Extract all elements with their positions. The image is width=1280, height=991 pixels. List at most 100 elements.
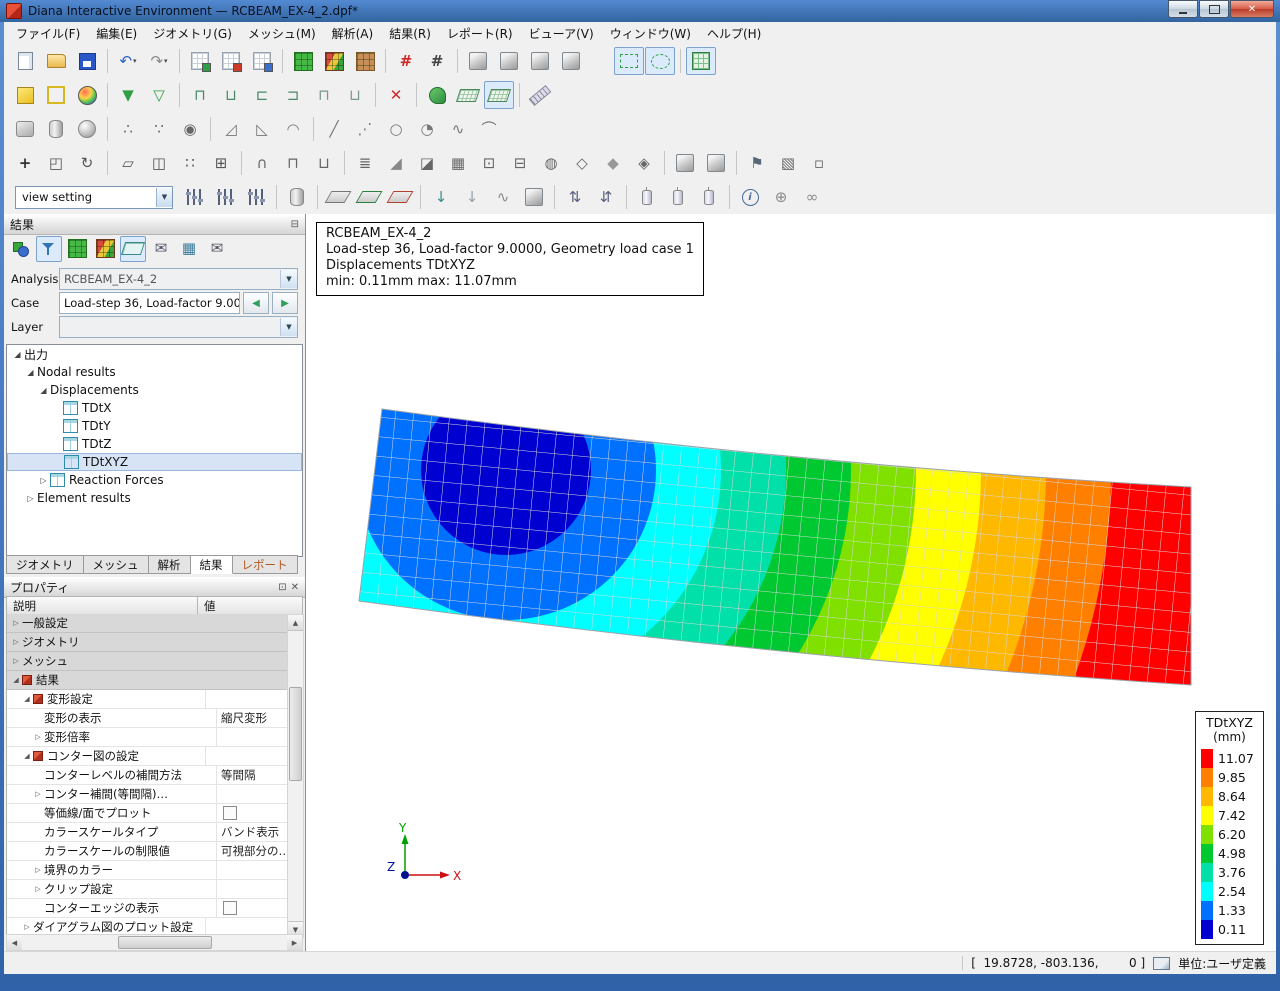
channel-1[interactable]: ⊓ [185,81,215,109]
channel-5[interactable]: ⊓ [309,81,339,109]
expand-icon[interactable]: ▷ [10,657,22,665]
property-value-cell[interactable] [216,804,288,822]
grid-tool[interactable]: ▦ [443,149,473,177]
property-value-cell[interactable]: 可視部分の… [216,842,288,860]
block-green[interactable] [288,47,318,75]
project-down[interactable]: ▼ [113,81,143,109]
tab-analysis[interactable]: 解析 [149,555,191,574]
spline-tool[interactable]: ∿ [443,115,473,143]
property-row[interactable]: コンターレベルの補間方法等間隔 [7,766,288,785]
maximize-button[interactable] [1199,0,1229,18]
frame-tool[interactable]: ⊞ [206,149,236,177]
primitive-sphere[interactable] [72,115,102,143]
block-multi[interactable] [319,47,349,75]
result-sliders-2[interactable] [210,183,240,211]
result-sliders-1[interactable] [179,183,209,211]
mesh-add[interactable] [185,47,215,75]
extrude-box-1[interactable] [670,149,700,177]
property-value-cell[interactable] [216,785,288,803]
checkbox[interactable] [223,901,237,915]
tree-item[interactable]: ◢Nodal results [7,363,302,381]
point-tool[interactable]: ◉ [175,115,205,143]
menu-item[interactable]: ヘルプ(H) [699,22,769,44]
curve-tool[interactable]: ⌒ [474,115,504,143]
expand-icon[interactable]: ▷ [21,923,33,931]
tree-item[interactable]: ▷Reaction Forces [7,471,302,489]
property-row[interactable]: コンターエッジの表示 [7,899,288,918]
circle-tool[interactable]: ○ [381,115,411,143]
pair-tool[interactable]: ◫ [144,149,174,177]
tab-results[interactable]: 結果 [191,555,233,574]
tree-item[interactable]: ▷Element results [7,489,302,507]
ramp-tool[interactable]: ◢ [381,149,411,177]
mesh-check[interactable] [247,47,277,75]
expand-icon[interactable]: ▷ [10,638,22,646]
panel-horizontal-scrollbar[interactable]: ◀ ▶ [6,934,303,951]
select-ellipse[interactable] [645,47,675,75]
menu-item[interactable]: ジオメトリ(G) [145,22,240,44]
channel-2[interactable]: ⊔ [216,81,246,109]
array-tool[interactable]: ∷ [175,149,205,177]
send-report-2[interactable]: ✉ [204,236,230,262]
revolve-tool[interactable]: ◍ [536,149,566,177]
property-value-cell[interactable] [205,690,288,708]
mesh-edit[interactable] [216,47,246,75]
close-button[interactable]: ✕ [1230,0,1274,18]
vertex-tool-1[interactable]: ∴ [113,115,143,143]
clip-cylinder[interactable] [282,183,312,211]
description-column-header[interactable]: 説明 [7,597,198,615]
checkbox[interactable] [223,806,237,820]
small-square-tool[interactable]: ▫ [804,149,834,177]
element-plot[interactable] [92,236,118,262]
tree-expand-icon[interactable]: ◢ [37,386,50,395]
next-case-button[interactable]: ▶ [272,292,298,314]
tab-geometry[interactable]: ジオメトリ [6,555,84,574]
property-value-cell[interactable] [216,880,288,898]
property-row[interactable]: ▷クリップ設定 [7,880,288,899]
contour-plot[interactable] [64,236,90,262]
property-value-cell[interactable]: 縮尺変形 [216,709,288,727]
scroll-right-icon[interactable]: ▶ [287,935,302,950]
dropdown-arrow-icon[interactable]: ▾ [164,57,168,65]
geometry-wireframe[interactable] [41,81,71,109]
combobox-arrow-icon[interactable]: ▼ [156,188,172,207]
minimize-button[interactable] [1168,0,1198,18]
info-tool[interactable] [735,183,765,211]
solid-view-2[interactable] [494,47,524,75]
scroll-up-icon[interactable]: ▲ [288,615,303,631]
expand-icon[interactable]: ◢ [10,676,22,684]
boolean-union[interactable]: ◇ [567,149,597,177]
rendered-sphere[interactable] [72,81,102,109]
menu-item[interactable]: レポート(R) [439,22,521,44]
3d-viewport[interactable]: Y X Z RCBEAM_EX-4_2Load-step 36, Load-fa… [305,214,1276,952]
channel-4[interactable]: ⊐ [278,81,308,109]
line-tool[interactable]: ╱ [319,115,349,143]
float-icon[interactable]: ⊡ [278,582,286,593]
properties-vertical-scrollbar[interactable]: ▲ ▼ [287,614,304,938]
tree-item[interactable]: TDtY [7,417,302,435]
vertex-tool-2[interactable]: ∵ [144,115,174,143]
expand-icon[interactable]: ▷ [32,790,44,798]
tab-report[interactable]: レポート [233,555,298,574]
property-row[interactable]: ◢コンター図の設定 [7,747,288,766]
undo[interactable]: ↶▾ [113,47,143,75]
send-report-1[interactable]: ✉ [148,236,174,262]
layer-combobox[interactable]: ▼ [59,316,298,338]
primitive-cylinder[interactable] [41,115,71,143]
solid-view-1[interactable] [463,47,493,75]
updown-2[interactable]: ⇵ [591,183,621,211]
scrollbar-thumb[interactable] [118,936,212,949]
filter-results[interactable] [36,236,62,262]
dock-icon[interactable]: ⊟ [291,219,299,230]
table-view[interactable]: ▦ [176,236,202,262]
tree-item[interactable]: ◢出力 [7,345,302,363]
close-panel-icon[interactable]: ✕ [291,582,299,593]
move-tool[interactable]: + [10,149,40,177]
green-grid[interactable] [686,47,716,75]
fold-tool-1[interactable]: ∩ [247,149,277,177]
property-row[interactable]: 変形の表示縮尺変形 [7,709,288,728]
probe-bar-2[interactable] [663,183,693,211]
property-row[interactable]: ▷コンター補間(等間隔)… [7,785,288,804]
property-value-cell[interactable]: 等間隔 [216,766,288,784]
boolean-intersect[interactable]: ◈ [629,149,659,177]
